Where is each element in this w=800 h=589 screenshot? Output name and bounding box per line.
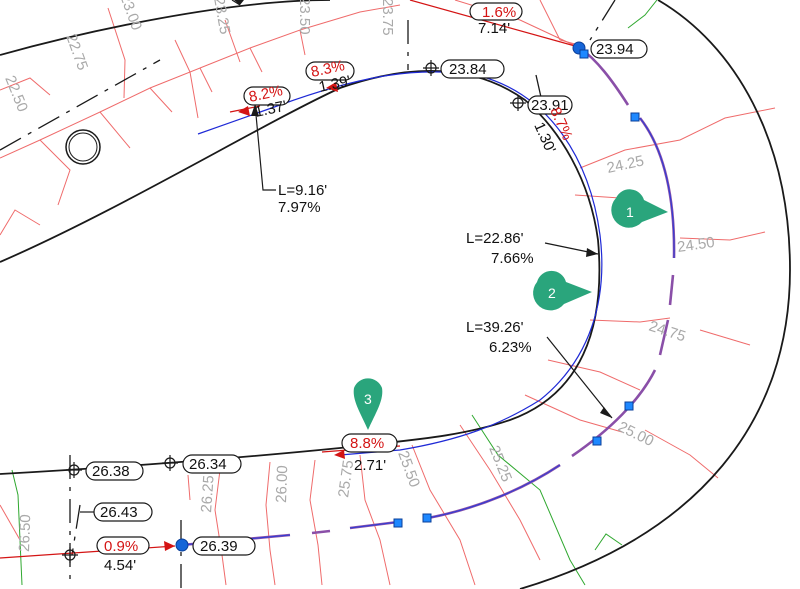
- spot-elevation-label: 26.39: [200, 538, 238, 555]
- contour-label: 23.50: [296, 0, 313, 35]
- distance-label: 7.14': [478, 20, 510, 37]
- callout-grade-label: 6.23%: [489, 339, 532, 356]
- spot-elevation-label: 26.43: [100, 504, 138, 521]
- distance-label: 2.71': [354, 457, 386, 474]
- profile-node-square: [393, 518, 403, 528]
- marker-3-number: 3: [364, 391, 372, 407]
- callout-grade-label: 7.66%: [491, 250, 534, 267]
- profile-node-square: [630, 112, 640, 122]
- spot-elevation-label: 23.84: [449, 61, 487, 78]
- profile-node-square: [592, 436, 602, 446]
- contour-label: 26.50: [16, 514, 34, 552]
- spot-elevation-label: 26.34: [189, 456, 227, 473]
- slope-percent-label: 0.9%: [104, 538, 138, 555]
- callout-grade-label: 7.97%: [278, 199, 321, 216]
- contour-label: 26.00: [273, 465, 291, 503]
- marker-1-number: 1: [626, 204, 634, 220]
- drawing-background: [0, 0, 800, 589]
- callout-length-label: L=22.86': [466, 230, 524, 247]
- spot-elevation-label: 26.38: [92, 463, 130, 480]
- callout-length-label: L=9.16': [278, 182, 327, 199]
- marker-2-number: 2: [548, 285, 556, 301]
- profile-node-square: [422, 513, 432, 523]
- profile-node-square: [579, 49, 589, 59]
- distance-label: 4.54': [104, 557, 136, 574]
- profile-node-square: [624, 401, 634, 411]
- profile-node-circle: [175, 538, 189, 552]
- slope-percent-label: 1.6%: [482, 4, 516, 21]
- contour-label: 23.75: [379, 0, 396, 36]
- callout-length-label: L=39.26': [466, 319, 524, 336]
- spot-elevation-label: 23.94: [596, 41, 634, 58]
- cad-drawing-canvas: 23.94 23.84 23.91 26.38 26.34 26.43 26.3…: [0, 0, 800, 589]
- contour-label: 26.25: [198, 475, 218, 514]
- slope-percent-label: 8.8%: [350, 435, 384, 452]
